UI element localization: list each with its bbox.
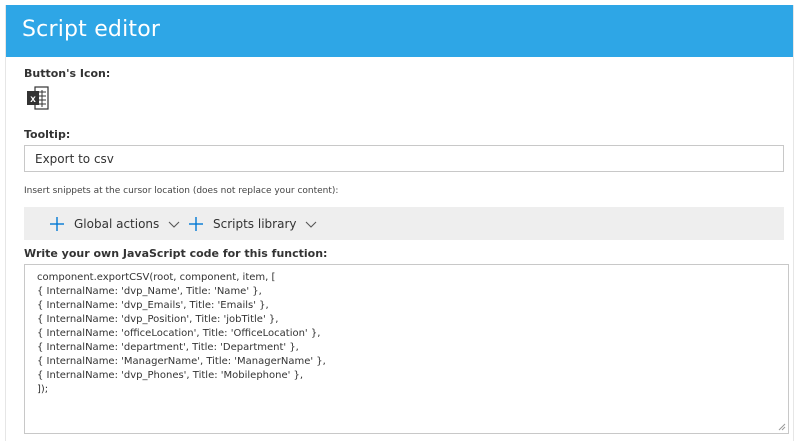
code-line: { InternalName: 'dvp_Position', Title: '… — [37, 314, 279, 325]
snippets-toolbar: Global actions Scripts library — [24, 207, 784, 240]
global-actions-label: Global actions — [74, 216, 160, 231]
code-line: { InternalName: 'department', Title: 'De… — [37, 342, 299, 353]
chevron-down-icon — [168, 221, 180, 228]
code-line: { InternalName: 'ManagerName', Title: 'M… — [37, 356, 326, 367]
svg-text:x: x — [30, 94, 36, 105]
dialog-title: Script editor — [22, 17, 161, 42]
tooltip-label: Tooltip: — [24, 128, 71, 141]
snippets-hint: Insert snippets at the cursor location (… — [24, 186, 339, 196]
plus-icon — [189, 216, 203, 231]
code-line: { InternalName: 'dvp_Name', Title: 'Name… — [37, 286, 262, 297]
code-line: { InternalName: 'officeLocation', Title:… — [37, 328, 321, 339]
scripts-library-label: Scripts library — [213, 216, 297, 231]
code-line: { InternalName: 'dvp_Emails', Title: 'Em… — [37, 300, 269, 311]
excel-csv-export-icon[interactable]: x — [26, 85, 50, 111]
code-line: { InternalName: 'dvp_Phones', Title: 'Mo… — [37, 370, 304, 381]
tooltip-input[interactable] — [24, 145, 784, 172]
chevron-down-icon — [306, 221, 317, 228]
dialog-header: Script editor — [6, 5, 793, 57]
button-icon-label: Button's Icon: — [24, 67, 111, 80]
code-line: component.exportCSV(root, component, ite… — [37, 272, 276, 283]
code-label: Write your own JavaScript code for this … — [24, 247, 328, 260]
resize-grip-icon[interactable] — [778, 423, 786, 431]
code-line: ]); — [37, 384, 49, 395]
global-actions-button[interactable]: Global actions — [49, 207, 180, 240]
plus-icon — [50, 216, 64, 231]
script-editor-dialog: Script editor Button's Icon: x Tooltip: … — [5, 5, 794, 441]
scripts-library-button[interactable]: Scripts library — [188, 207, 317, 240]
code-editor[interactable]: component.exportCSV(root, component, ite… — [24, 264, 789, 434]
